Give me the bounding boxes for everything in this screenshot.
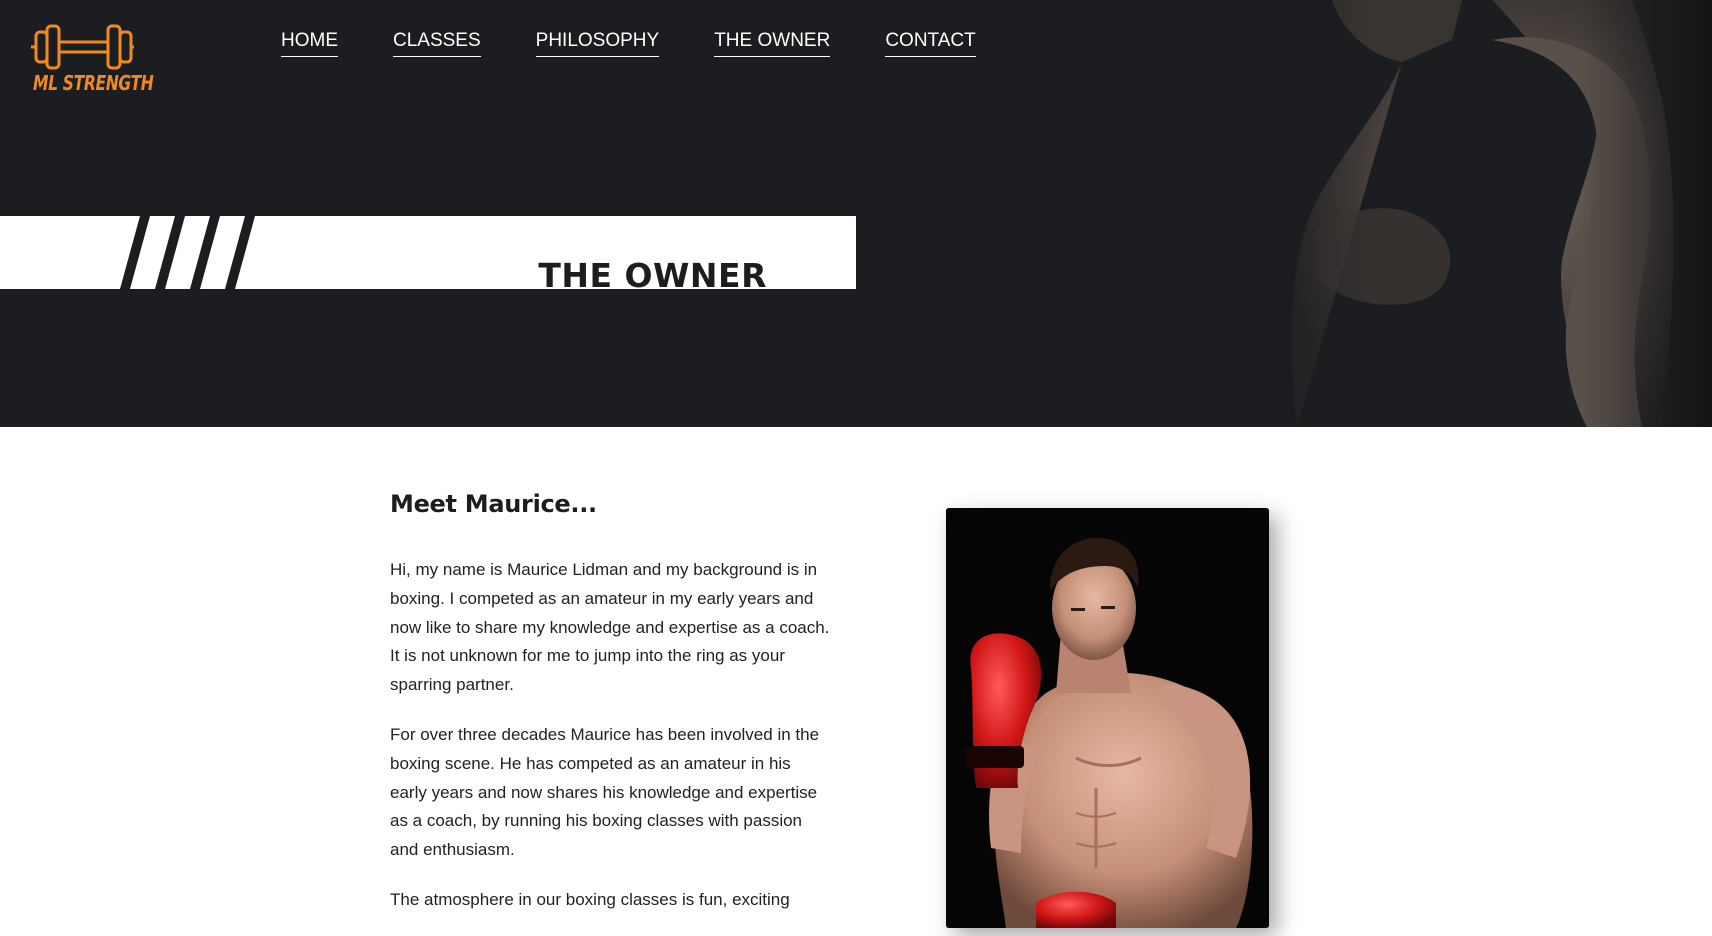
decorative-stripes xyxy=(120,216,255,289)
boxer-image xyxy=(946,508,1269,928)
nav-home[interactable]: HOME xyxy=(281,30,338,57)
hero-torso-image xyxy=(1192,0,1712,427)
page-title-band: THE OWNER xyxy=(0,216,856,289)
nav-philosophy[interactable]: PHILOSOPHY xyxy=(535,30,660,57)
hero-banner: ML STRENGTH HOME CLASSES PHILOSOPHY THE … xyxy=(0,0,1712,427)
owner-photo xyxy=(946,508,1269,928)
page-title: THE OWNER xyxy=(538,256,767,289)
nav-contact[interactable]: CONTACT xyxy=(885,30,976,57)
bio-paragraph-1: Hi, my name is Maurice Lidman and my bac… xyxy=(390,560,830,695)
section-heading: Meet Maurice... xyxy=(390,490,597,518)
nav-the-owner[interactable]: THE OWNER xyxy=(714,30,831,57)
logo-text[interactable]: ML STRENGTH xyxy=(33,71,154,95)
nav-classes[interactable]: CLASSES xyxy=(393,30,481,57)
bio-paragraph-3: The atmosphere in our boxing classes is … xyxy=(390,889,790,909)
main-nav: HOME CLASSES PHILOSOPHY THE OWNER CONTAC… xyxy=(281,30,1031,57)
bio-paragraph-2: For over three decades Maurice has been … xyxy=(390,724,820,860)
owner-bio: Meet Maurice... Hi, my name is Maurice L… xyxy=(390,486,830,936)
